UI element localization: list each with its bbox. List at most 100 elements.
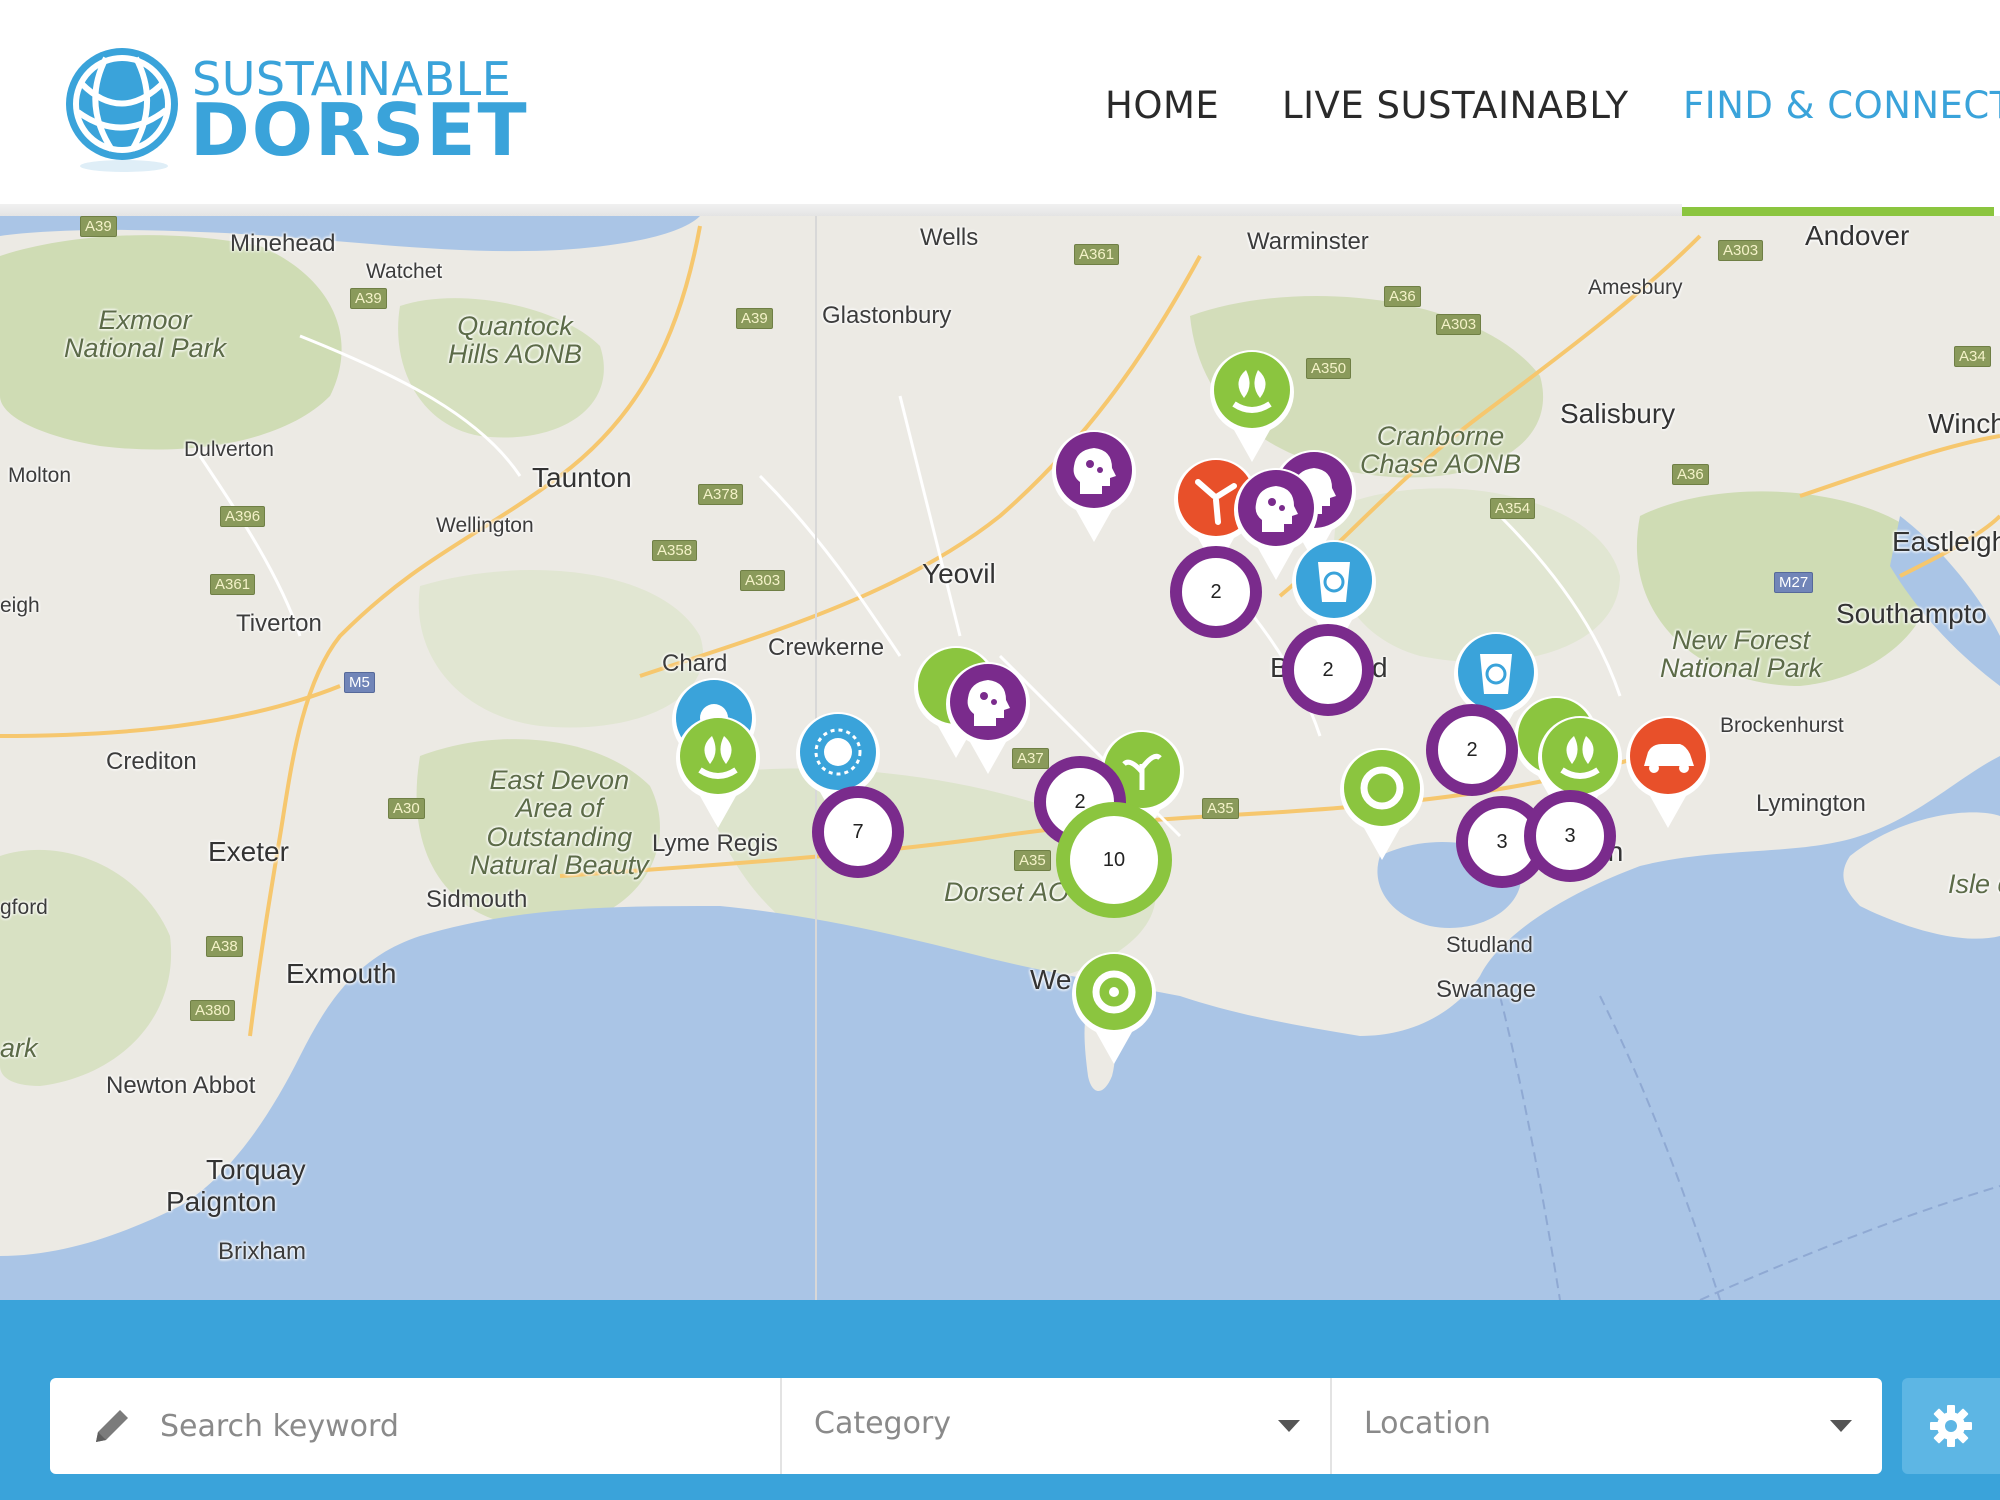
road-shield: A354 xyxy=(1490,498,1536,519)
road-shield: A39 xyxy=(350,288,387,309)
road-shield: A361 xyxy=(210,574,256,595)
place-dorset-aonb: Dorset AO xyxy=(944,877,1070,907)
chevron-down-icon xyxy=(1278,1420,1300,1432)
place-wellington: Wellington xyxy=(436,514,534,537)
place-paignton: Paignton xyxy=(166,1186,277,1217)
map-cluster[interactable]: 2 xyxy=(1426,704,1518,796)
place-brockenhurst: Brockenhurst xyxy=(1720,714,1844,737)
map-cluster[interactable]: 7 xyxy=(812,786,904,878)
place-salisbury: Salisbury xyxy=(1560,398,1676,429)
road-shield: A303 xyxy=(1718,240,1764,261)
place-torquay: Torquay xyxy=(206,1154,306,1185)
road-shield: A36 xyxy=(1672,464,1709,485)
map-marker-education[interactable] xyxy=(1046,424,1142,544)
place-yeovil: Yeovil xyxy=(922,558,996,589)
location-value: Location xyxy=(1364,1406,1491,1441)
place-crewkerne: Crewkerne xyxy=(768,634,885,661)
head-gears-icon xyxy=(946,662,1030,774)
place-newton-abbot: Newton Abbot xyxy=(106,1072,256,1099)
map-cluster[interactable]: 3 xyxy=(1524,790,1616,882)
gear-icon xyxy=(1930,1405,1972,1447)
place-taunton: Taunton xyxy=(532,462,632,493)
leaf-hand-icon xyxy=(676,716,760,828)
place-lymington: Lymington xyxy=(1756,790,1866,817)
place-exmouth: Exmouth xyxy=(286,958,397,989)
road-shield: A39 xyxy=(80,216,117,237)
keyword-field xyxy=(50,1378,782,1474)
place-molton: Molton xyxy=(8,464,72,487)
nav-live-sustainably[interactable]: LIVE SUSTAINABLY xyxy=(1282,84,1629,127)
place-cranborne: Cranborne Chase AONB xyxy=(1360,421,1522,480)
place-swanage: Swanage xyxy=(1436,976,1537,1003)
map-cluster[interactable]: 10 xyxy=(1056,802,1172,918)
place-tiverton: Tiverton xyxy=(236,610,322,637)
search-options-button[interactable] xyxy=(1902,1378,2000,1474)
place-wells: Wells xyxy=(920,224,979,251)
car-icon xyxy=(1626,716,1710,828)
nav-find-connect[interactable]: FIND & CONNECT xyxy=(1683,84,2000,127)
place-winch: Winch xyxy=(1928,408,2000,439)
recycle-leaf-icon xyxy=(1072,952,1156,1064)
road-shield: A350 xyxy=(1306,358,1352,379)
place-new-forest: New Forest National Park xyxy=(1660,625,1823,684)
category-select[interactable]: Category xyxy=(782,1378,1332,1474)
chevron-down-icon xyxy=(1830,1420,1852,1432)
map-cluster[interactable]: 2 xyxy=(1282,624,1374,716)
road-shield: A358 xyxy=(652,540,698,561)
map-marker-eco[interactable] xyxy=(1334,742,1430,862)
place-exeter: Exeter xyxy=(208,836,289,867)
road-shield: A380 xyxy=(190,1000,236,1021)
place-studland: Studland xyxy=(1446,932,1533,957)
map-marker-education[interactable] xyxy=(940,656,1036,776)
place-brixham: Brixham xyxy=(218,1238,307,1265)
road-shield: A396 xyxy=(220,506,266,527)
place-park: ark xyxy=(0,1033,38,1063)
road-shield: A361 xyxy=(1074,244,1120,265)
road-shield: A35 xyxy=(1014,850,1051,871)
place-glastonbury: Glastonbury xyxy=(822,302,952,329)
map-marker-eco[interactable] xyxy=(670,710,766,830)
place-east-devon-aonb: East Devon Area of Outstanding Natural B… xyxy=(470,765,649,881)
place-lyme-regis: Lyme Regis xyxy=(652,830,778,857)
search-band: Category Location xyxy=(0,1300,2000,1500)
road-shield: A378 xyxy=(698,484,744,505)
place-southampton: Southampto xyxy=(1836,598,1987,629)
place-eigh: eigh xyxy=(0,594,40,617)
map-marker-eco[interactable] xyxy=(1066,946,1162,1066)
place-exmoor: Exmoor National Park xyxy=(64,305,227,364)
road-shield: A303 xyxy=(1436,314,1482,335)
road-shield: A34 xyxy=(1954,346,1991,367)
place-crediton: Crediton xyxy=(106,748,197,775)
nav-home[interactable]: HOME xyxy=(1105,84,1219,127)
map-view[interactable]: Minehead Watchet Wells Warminster Andove… xyxy=(0,216,2000,1300)
road-shield: A38 xyxy=(206,936,243,957)
road-shield: A30 xyxy=(388,798,425,819)
road-shield: M27 xyxy=(1774,572,1814,593)
place-sidmouth: Sidmouth xyxy=(426,886,528,913)
pencil-icon xyxy=(96,1410,128,1442)
head-gears-icon xyxy=(1052,430,1136,542)
road-shield: A35 xyxy=(1202,798,1239,819)
place-quantock: Quantock Hills AONB xyxy=(448,311,583,370)
road-shield: M5 xyxy=(344,672,375,693)
category-value: Category xyxy=(814,1406,952,1441)
map-cluster[interactable]: 2 xyxy=(1170,546,1262,638)
road-shield: A303 xyxy=(740,570,786,591)
place-eastleigh: Eastleigh xyxy=(1892,526,2000,557)
location-select[interactable]: Location xyxy=(1332,1378,1882,1474)
place-amesbury: Amesbury xyxy=(1588,276,1683,299)
search-keyword-input[interactable] xyxy=(160,1400,760,1452)
nav-active-underline xyxy=(1682,207,1994,216)
map-marker-transport[interactable] xyxy=(1620,710,1716,830)
site-header: SUSTAINABLE DORSET HOME LIVE SUSTAINABLY… xyxy=(0,0,2000,216)
place-andover: Andover xyxy=(1805,220,1910,251)
road-shield: A39 xyxy=(736,308,773,329)
search-form: Category Location xyxy=(50,1378,1882,1474)
header-divider xyxy=(0,204,1682,216)
place-dulverton: Dulverton xyxy=(184,438,274,461)
place-minehead: Minehead xyxy=(230,230,336,257)
place-isle-of: Isle of xyxy=(1948,869,2000,899)
place-warminster: Warminster xyxy=(1247,228,1369,255)
road-shield: A36 xyxy=(1384,286,1421,307)
recycle-leaf-icon xyxy=(1340,748,1424,860)
